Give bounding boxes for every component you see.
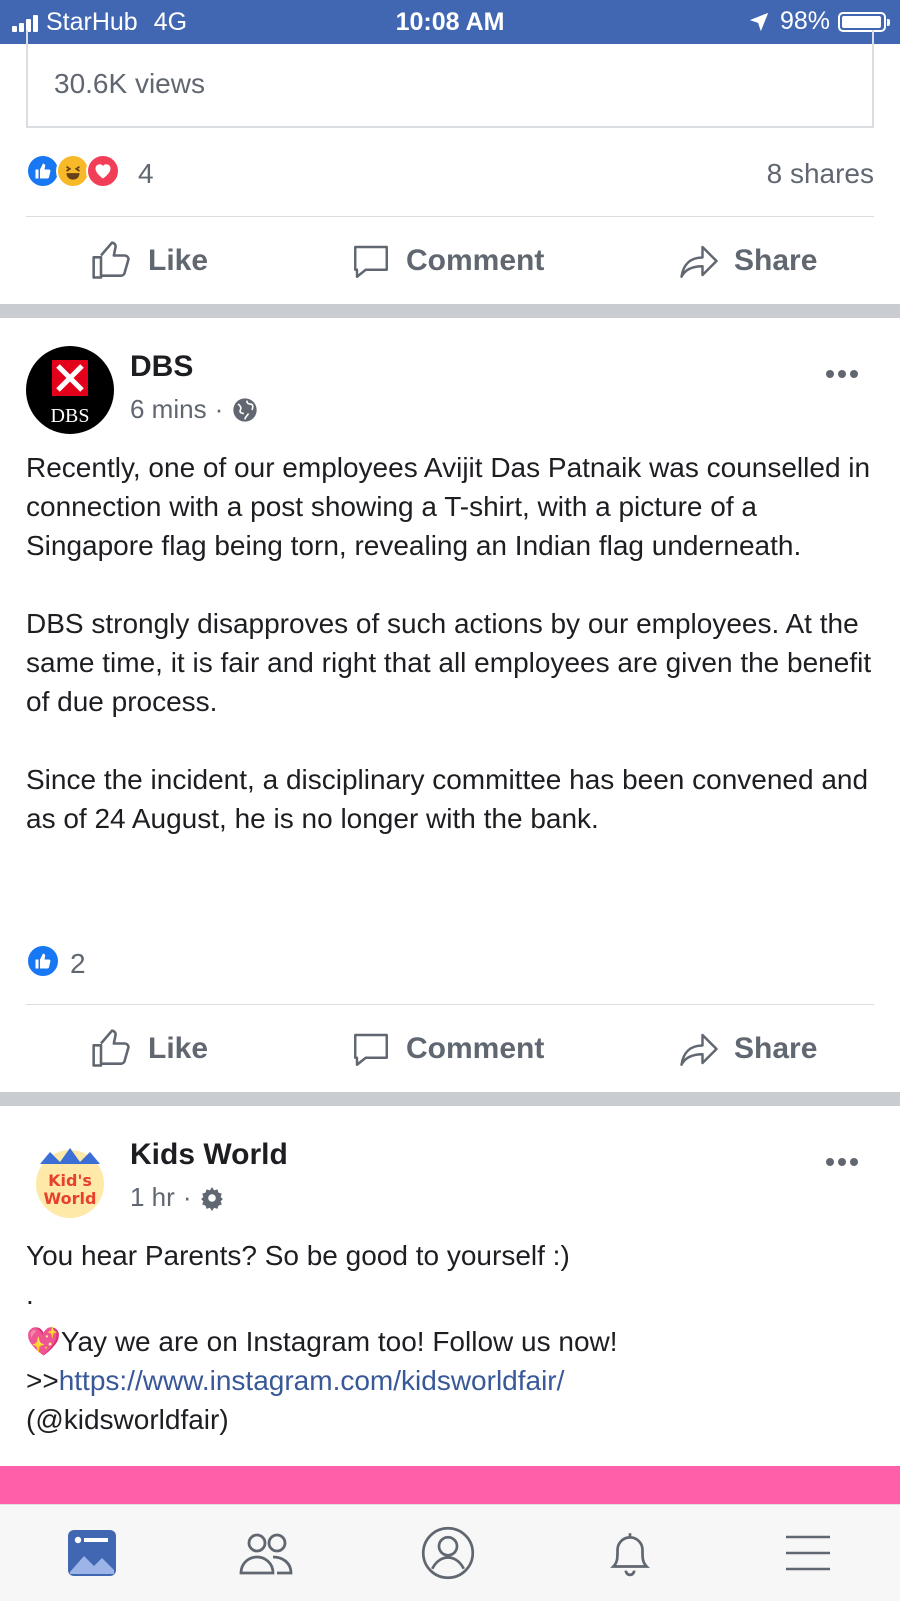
post-paragraph: Recently, one of our employees Avijit Da…	[26, 452, 871, 561]
view-count: 30.6K views	[54, 68, 205, 99]
post-meta: 6 mins ·	[130, 394, 259, 425]
post-line: >>https://www.instagram.com/kidsworldfai…	[26, 1365, 565, 1396]
globe-icon	[233, 397, 257, 422]
separator-dot: ·	[182, 1182, 192, 1212]
battery-fill	[842, 15, 881, 28]
news-feed-tab[interactable]	[62, 1523, 122, 1583]
battery-icon	[838, 11, 890, 32]
share-button[interactable]: Share	[678, 226, 817, 296]
post-time[interactable]: 1 hr	[130, 1182, 175, 1213]
comment-button[interactable]: Comment	[350, 226, 544, 296]
thumbs-up-icon	[92, 241, 130, 279]
post-action-bar: Like Comment Share	[0, 226, 900, 296]
kids-world-avatar[interactable]: Kid's World	[26, 1134, 114, 1222]
friends-tab[interactable]	[236, 1523, 296, 1583]
shared-video-card[interactable]: 30.6K views	[26, 30, 874, 128]
divider	[26, 216, 874, 217]
svg-text:DBS: DBS	[51, 405, 90, 427]
bottom-navigation	[0, 1504, 900, 1601]
thumbs-up-icon	[92, 1029, 130, 1067]
share-count[interactable]: 8 shares	[767, 158, 874, 190]
share-button[interactable]: Share	[678, 1014, 817, 1084]
love-reaction-icon	[86, 154, 120, 188]
like-button[interactable]: Like	[90, 1014, 208, 1084]
gear-icon	[201, 1186, 224, 1211]
post-paragraph: DBS strongly disapproves of such actions…	[26, 608, 872, 717]
menu-tab[interactable]	[778, 1523, 838, 1583]
post-meta: 1 hr ·	[130, 1182, 225, 1213]
post-header: DBS DBS 6 mins ·	[26, 346, 874, 436]
sparkling-heart-emoji: 💖	[26, 1326, 61, 1357]
post-line: .	[26, 1279, 34, 1310]
haha-reaction-icon	[56, 154, 90, 188]
instagram-link[interactable]: https://www.instagram.com/kidsworldfair/	[59, 1365, 565, 1396]
post-body: You hear Parents? So be good to yourself…	[26, 1236, 876, 1439]
notifications-tab[interactable]	[600, 1523, 660, 1583]
post-body: Recently, one of our employees Avijit Da…	[26, 448, 876, 838]
divider	[26, 1004, 874, 1005]
comment-bubble-icon	[354, 245, 388, 278]
post-image-preview[interactable]	[0, 1466, 900, 1504]
svg-text:Kid's: Kid's	[48, 1171, 92, 1190]
comment-button[interactable]: Comment	[350, 1014, 544, 1084]
page-name[interactable]: Kids World	[130, 1138, 288, 1172]
separator-dot: ·	[214, 394, 224, 424]
like-reaction-icon	[26, 944, 60, 978]
dbs-logo: DBS	[51, 360, 90, 427]
like-button[interactable]: Like	[90, 226, 208, 296]
comment-bubble-icon	[354, 1033, 388, 1066]
like-reaction-icon	[26, 154, 60, 188]
profile-tab[interactable]	[418, 1523, 478, 1583]
dbs-avatar[interactable]: DBS	[26, 346, 114, 434]
svg-text:World: World	[44, 1189, 97, 1208]
share-arrow-icon	[680, 245, 718, 278]
reaction-summary[interactable]: 4 8 shares	[26, 154, 874, 194]
reaction-count: 4	[138, 158, 154, 189]
kids-world-logo: Kid's World	[36, 1148, 104, 1218]
reaction-summary[interactable]: 2	[26, 944, 874, 984]
post-options-button[interactable]	[822, 370, 858, 378]
post-line: (@kidsworldfair)	[26, 1404, 229, 1435]
post-paragraph: Since the incident, a disciplinary commi…	[26, 764, 869, 834]
friends-icon	[239, 1533, 293, 1575]
reaction-count: 2	[70, 948, 86, 979]
post-options-button[interactable]	[822, 1158, 858, 1166]
post-header: Kid's World Kids World 1 hr ·	[26, 1134, 874, 1224]
post-action-bar: Like Comment Share	[0, 1014, 900, 1084]
news-feed-icon	[68, 1530, 116, 1576]
feed-separator	[0, 304, 900, 318]
post-line: 💖Yay we are on Instagram too! Follow us …	[26, 1326, 618, 1357]
profile-icon	[421, 1526, 475, 1580]
post-line: You hear Parents? So be good to yourself…	[26, 1240, 570, 1271]
notifications-icon	[610, 1533, 650, 1577]
page-name[interactable]: DBS	[130, 350, 193, 384]
share-arrow-icon	[680, 1033, 718, 1066]
post-time[interactable]: 6 mins	[130, 394, 207, 425]
menu-icon	[786, 1535, 830, 1571]
feed-separator	[0, 1092, 900, 1106]
